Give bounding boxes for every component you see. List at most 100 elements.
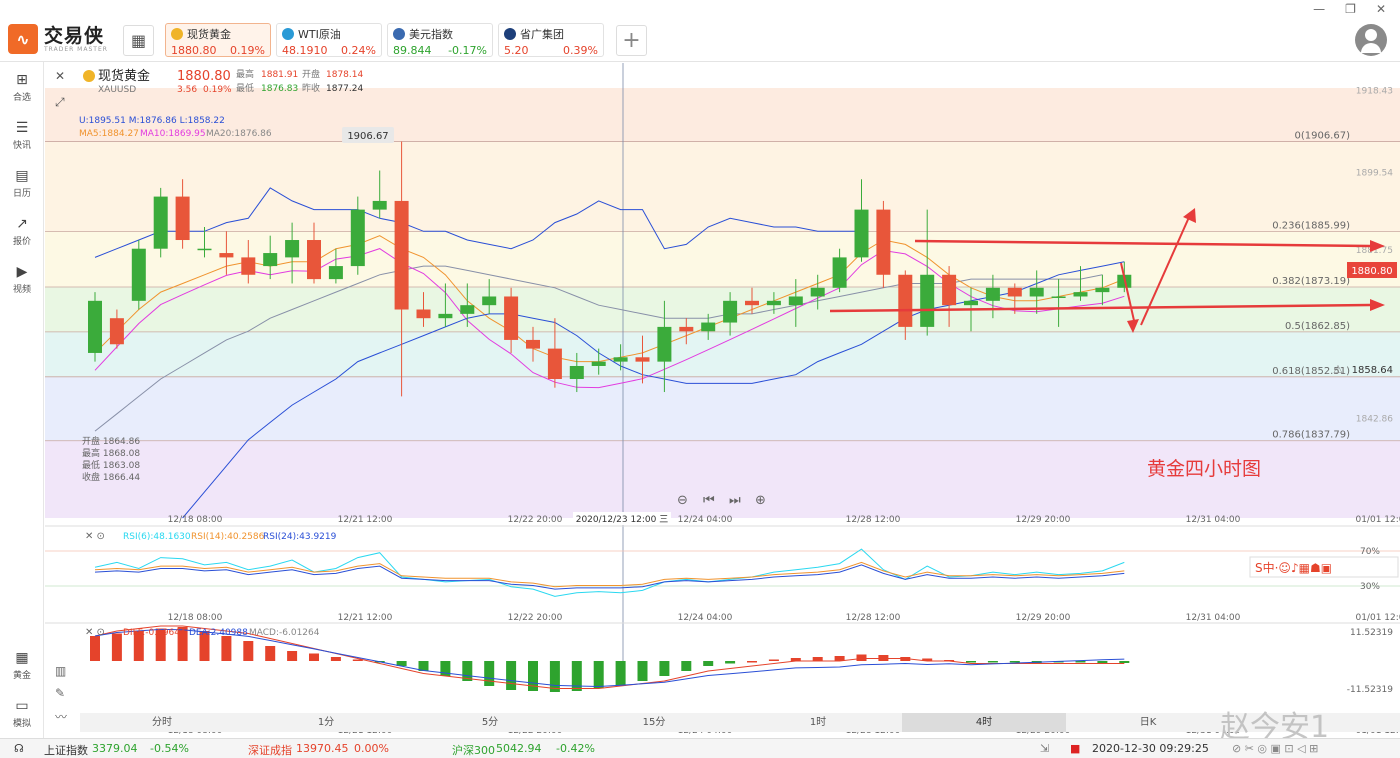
candle-body	[810, 287, 825, 297]
header-high: 1881.91	[261, 70, 298, 80]
chart-annotation: 黄金四小时图	[1147, 458, 1261, 480]
tab-6[interactable]: 日K	[1066, 713, 1230, 732]
macd-level: 11.52319	[1350, 628, 1393, 638]
app-logo[interactable]: ∿ 交易侠 TRADER MASTER	[8, 24, 108, 54]
close-icon[interactable]: ✕	[1376, 2, 1386, 16]
expand-icon[interactable]: ⤢	[54, 95, 65, 109]
candle-body	[745, 300, 759, 306]
sidebar-item-gold[interactable]: ▦ 黄金	[0, 650, 44, 681]
user-avatar[interactable]	[1355, 24, 1387, 56]
network-icon[interactable]: ⇲	[1040, 742, 1049, 755]
header-low_l: 最低	[236, 82, 254, 94]
macd-bar	[1119, 661, 1130, 663]
candle-body	[1029, 287, 1044, 297]
candle-body	[1095, 287, 1110, 293]
crosshair-label: 2020/12/23 12:00 三	[576, 515, 669, 525]
candle-body	[942, 274, 957, 306]
pen-tool-icon[interactable]: ✎	[55, 686, 65, 700]
ime-icons[interactable]: S中·☺♪▦☗▣	[1255, 560, 1332, 575]
zoom-control-icon[interactable]: ⏮	[703, 493, 715, 508]
bar-chart-tool-icon[interactable]: ▥	[55, 664, 66, 678]
macd-bar	[221, 636, 232, 661]
rsi6-line	[94, 548, 1125, 597]
macd-bar	[111, 633, 122, 661]
fib-label: 0.236(1885.99)	[1272, 220, 1350, 231]
zoom-control-icon[interactable]: ⏭	[729, 493, 741, 508]
candlestick-chart[interactable]: 0(1906.67) 0.236(1885.99) 0.382(1873.19) 0.…	[45, 63, 1400, 738]
sidebar-item-video[interactable]: ▶ 视频	[0, 264, 44, 295]
ohlc-info: 开盘 1864.86	[82, 435, 140, 447]
tab-4[interactable]: 1时	[736, 713, 900, 732]
rsi-x-tick-label: 12/24 04:00	[678, 613, 733, 623]
macd-bar	[768, 659, 779, 661]
ticker-icon	[393, 28, 405, 40]
ohlc-info: 最低 1863.08	[82, 459, 140, 471]
ticker-3[interactable]: 省广集团 5.20 0.39%	[498, 23, 604, 57]
candle-body	[723, 300, 738, 323]
sidebar-item-news[interactable]: ☰ 快讯	[0, 120, 44, 151]
ma20-value: MA20:1876.86	[206, 129, 272, 139]
headset-icon[interactable]: ☊	[14, 742, 24, 755]
close-chart-icon[interactable]: ✕	[55, 69, 65, 83]
ticker-1[interactable]: WTI原油 48.1910 0.24%	[276, 23, 382, 57]
ticker-icon	[171, 28, 183, 40]
header-prev_l: 昨收	[302, 82, 320, 94]
candle-body	[569, 365, 584, 380]
candle-body	[416, 309, 431, 319]
zoom-control-icon[interactable]: ⊕	[755, 493, 766, 508]
header-prev: 1877.24	[326, 84, 363, 94]
candle-body	[263, 253, 278, 267]
x-tick-label: 12/22 20:00	[508, 515, 563, 525]
gold-icon: ▦	[15, 650, 29, 666]
sidebar-item-calendar[interactable]: ▤ 日历	[0, 168, 44, 199]
candle-body	[1073, 292, 1088, 297]
candle-body	[438, 313, 453, 319]
tab-0[interactable]: 分时	[80, 713, 244, 732]
minimize-icon[interactable]: —	[1313, 2, 1325, 16]
zoom-control-icon[interactable]: ⊖	[677, 493, 688, 508]
index-value-hs300: 5042.94	[496, 742, 542, 755]
sidebar-item-quotes[interactable]: ↗ 报价	[0, 216, 44, 247]
macd-bar	[287, 651, 298, 661]
macd-bar	[1009, 661, 1020, 663]
candle-body	[1051, 296, 1066, 298]
ohlc-info: 收盘 1866.44	[82, 471, 140, 483]
sidebar-item-simulate[interactable]: ▭ 模拟	[0, 698, 44, 729]
rsi-close-icon[interactable]: ✕ ⊙	[85, 531, 105, 542]
ticker-price: 5.20	[504, 44, 529, 57]
header-price: 1880.80	[177, 69, 231, 84]
rsi6-value: RSI(6):48.1630	[123, 532, 191, 542]
tab-5[interactable]: 4时	[902, 713, 1066, 732]
macd-bar	[703, 661, 714, 666]
left-sidebar: ⊞ 合选 ☰ 快讯 ▤ 日历 ↗ 报价 ▶ 视频 ▦ 黄金 ▭ 模拟	[0, 62, 44, 738]
y-tick-label: 1899.54	[1356, 169, 1393, 179]
rsi-x-tick-label: 12/29 20:00	[1016, 613, 1071, 623]
ticker-price: 1880.80	[171, 44, 217, 57]
restore-icon[interactable]: ❐	[1345, 2, 1356, 16]
grid-menu-icon[interactable]: ▦	[123, 25, 154, 56]
ticker-0[interactable]: 现货黄金 1880.80 0.19%	[165, 23, 271, 57]
rsi-level: 30%	[1360, 582, 1380, 592]
ohlc-info: 最高 1868.08	[82, 447, 140, 459]
tab-3[interactable]: 15分	[572, 713, 736, 732]
ma5-value: MA5:1884.27	[79, 129, 139, 139]
instrument-name[interactable]: 现货黄金	[98, 68, 150, 84]
macd-bar	[549, 661, 560, 692]
candle-body	[657, 326, 672, 362]
macd-close-icon[interactable]: ✕ ⊙	[85, 627, 105, 638]
app-subtitle: TRADER MASTER	[44, 45, 108, 53]
tray-icons[interactable]: ⊘ ✂ ◎ ▣ ⊡ ◁ ⊞	[1232, 742, 1318, 755]
bell-icon[interactable]: ⚠	[1333, 363, 1343, 376]
ticker-2[interactable]: 美元指数 89.844 -0.17%	[387, 23, 493, 57]
line-tool-icon[interactable]: 〰	[55, 710, 67, 724]
rsi14-value: RSI(14):40.2586	[191, 532, 265, 542]
tab-1[interactable]: 1分	[244, 713, 408, 732]
tab-2[interactable]: 5分	[408, 713, 572, 732]
ticker-pct: 0.19%	[230, 44, 265, 57]
instrument-code: XAUUSD	[98, 85, 136, 95]
candle-body	[591, 361, 606, 366]
index-value-sz: 13970.45	[296, 742, 349, 755]
fib-label: 0.786(1837.79)	[1272, 430, 1350, 441]
sidebar-item-watchlist[interactable]: ⊞ 合选	[0, 72, 44, 103]
add-ticker-button[interactable]: +	[616, 25, 647, 56]
